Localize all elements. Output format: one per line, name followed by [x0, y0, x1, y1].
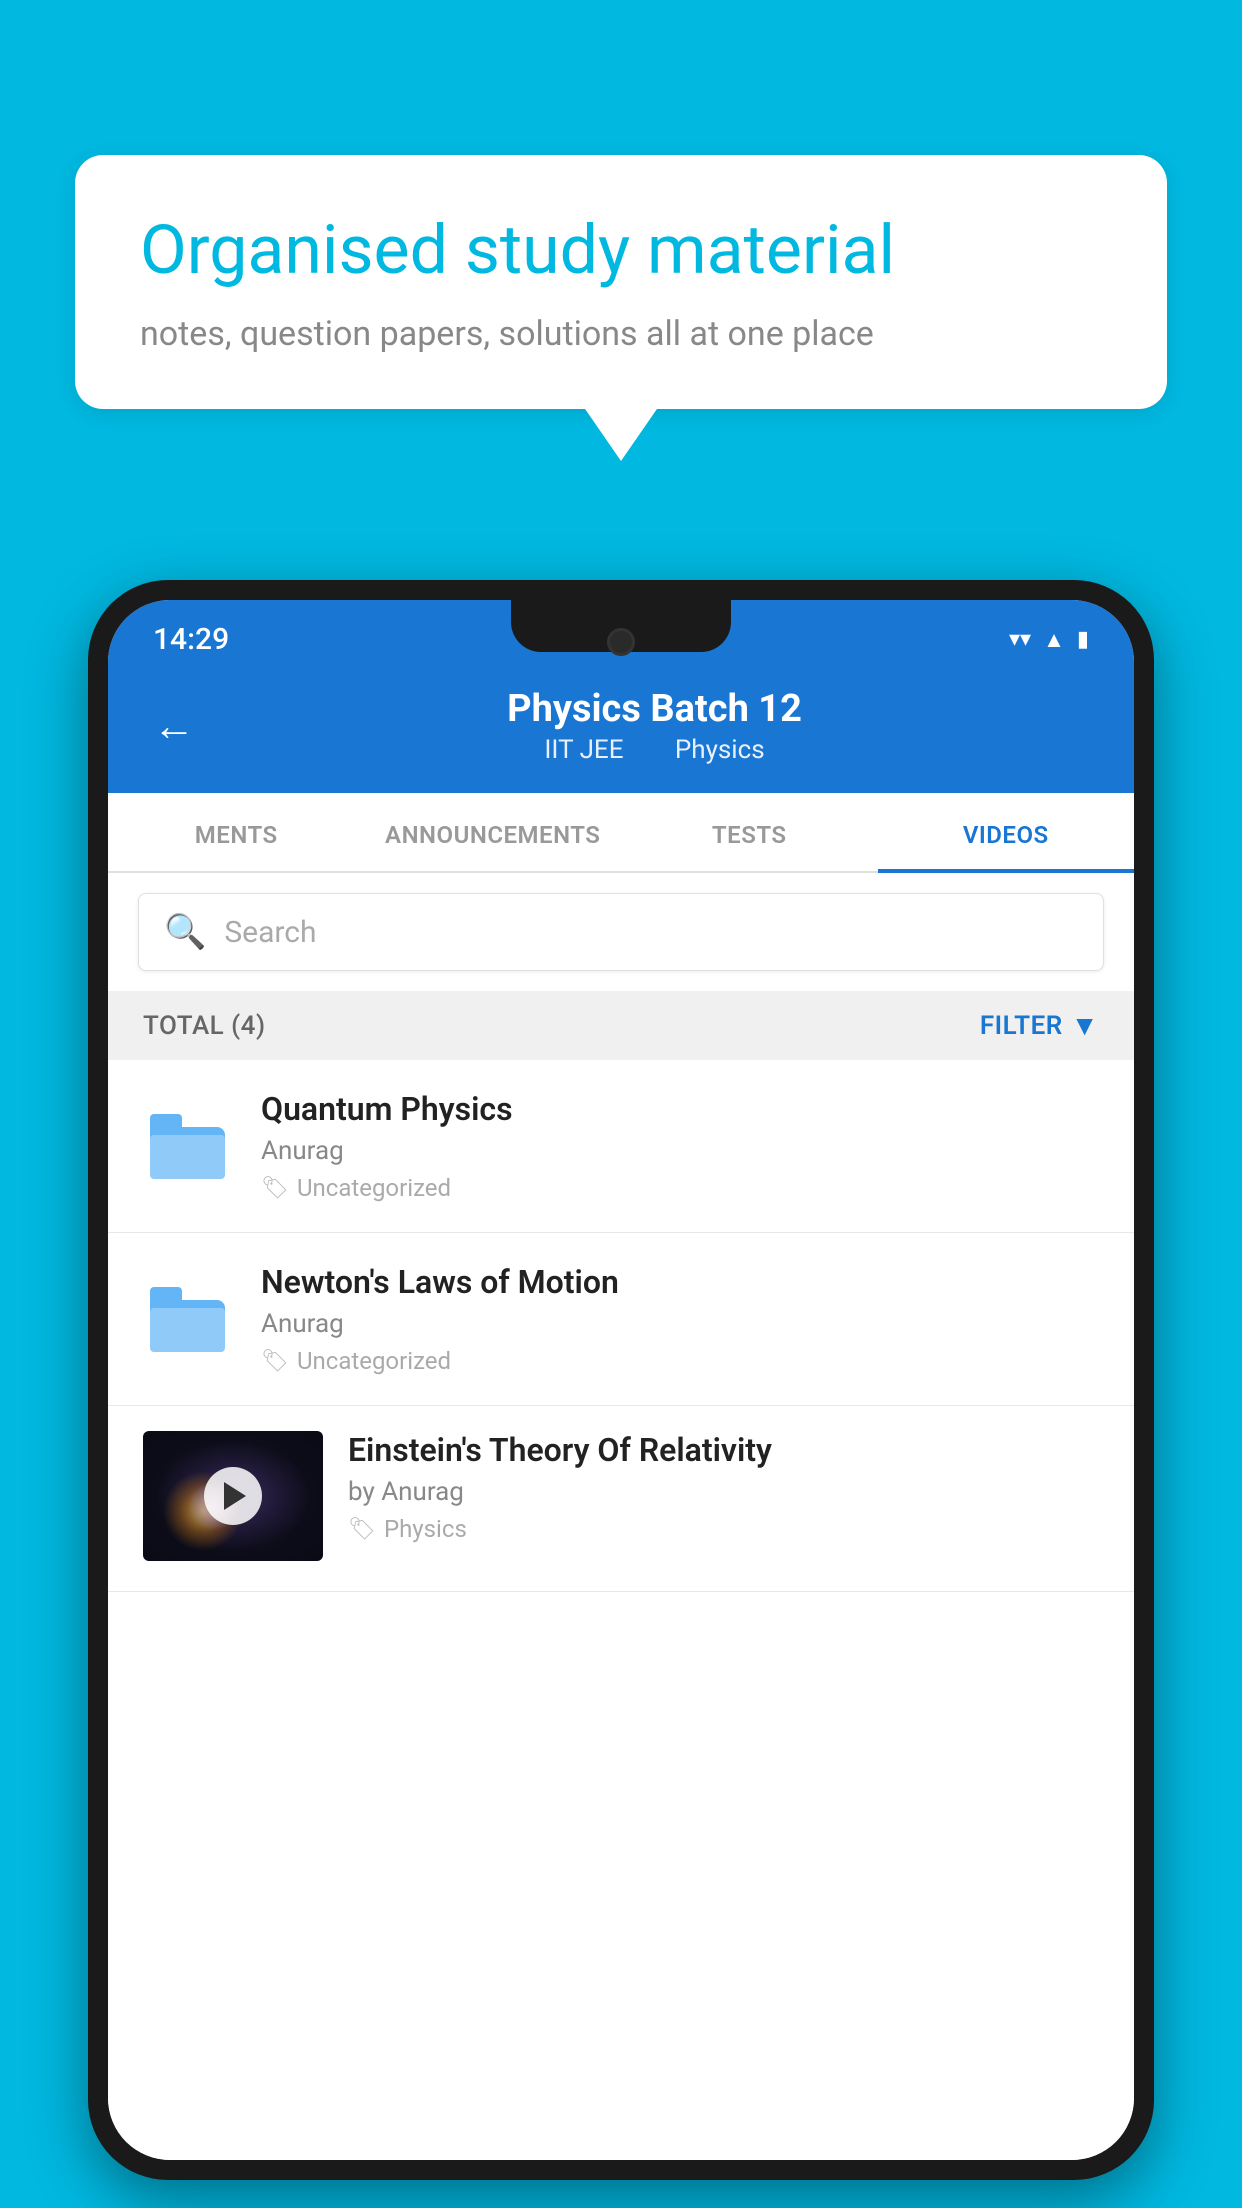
- search-container: 🔍 Search: [108, 873, 1134, 991]
- video-thumbnail: [143, 1431, 323, 1561]
- item-title: Einstein's Theory Of Relativity: [348, 1431, 1099, 1469]
- signal-icon: ▲: [1043, 627, 1065, 653]
- filter-icon: ▼: [1071, 1009, 1099, 1042]
- folder-front: [150, 1308, 225, 1352]
- subtitle-iitjee: IIT JEE: [544, 735, 623, 765]
- tab-ments-label: MENTS: [195, 821, 278, 849]
- tab-videos[interactable]: VIDEOS: [878, 793, 1135, 871]
- item-info-quantum: Quantum Physics Anurag 🏷 Uncategorized: [261, 1090, 1099, 1202]
- phone-mockup: 14:29 ▾▾ ▲ ▮ ← Physics Batch 12 IIT JEE …: [88, 580, 1154, 2208]
- item-author: by Anurag: [348, 1477, 1099, 1507]
- list-item[interactable]: Newton's Laws of Motion Anurag 🏷 Uncateg…: [108, 1233, 1134, 1406]
- tag-icon: 🏷: [261, 1176, 289, 1201]
- play-icon: [224, 1482, 246, 1510]
- tag-label: Uncategorized: [297, 1347, 451, 1375]
- item-author: Anurag: [261, 1309, 1099, 1339]
- tag-label: Uncategorized: [297, 1174, 451, 1202]
- search-placeholder: Search: [224, 915, 316, 950]
- phone-outer: 14:29 ▾▾ ▲ ▮ ← Physics Batch 12 IIT JEE …: [88, 580, 1154, 2180]
- phone-notch: [511, 600, 731, 652]
- tag-icon: 🏷: [348, 1517, 376, 1542]
- app-bar-title: Physics Batch 12: [220, 687, 1089, 731]
- search-bar[interactable]: 🔍 Search: [138, 893, 1104, 971]
- tag-label: Physics: [384, 1515, 467, 1543]
- list-item[interactable]: Einstein's Theory Of Relativity by Anura…: [108, 1406, 1134, 1592]
- folder-icon: [150, 1114, 225, 1179]
- app-bar-subtitle: IIT JEE Physics: [220, 735, 1089, 765]
- folder-icon: [150, 1287, 225, 1352]
- item-info-newton: Newton's Laws of Motion Anurag 🏷 Uncateg…: [261, 1263, 1099, 1375]
- filter-bar: TOTAL (4) FILTER ▼: [108, 991, 1134, 1060]
- folder-tab: [150, 1287, 182, 1303]
- speech-bubble: Organised study material notes, question…: [75, 155, 1167, 409]
- total-count-label: TOTAL (4): [143, 1011, 266, 1041]
- filter-label: FILTER: [980, 1011, 1063, 1041]
- play-button[interactable]: [204, 1467, 262, 1525]
- subtitle-physics: Physics: [675, 735, 765, 765]
- wifi-icon: ▾▾: [1009, 627, 1031, 652]
- app-bar-title-section: Physics Batch 12 IIT JEE Physics: [220, 687, 1089, 765]
- status-icons: ▾▾ ▲ ▮: [1009, 627, 1089, 653]
- filter-button[interactable]: FILTER ▼: [980, 1009, 1099, 1042]
- item-info-einstein: Einstein's Theory Of Relativity by Anura…: [348, 1431, 1099, 1543]
- phone-screen: 14:29 ▾▾ ▲ ▮ ← Physics Batch 12 IIT JEE …: [108, 600, 1134, 2160]
- tab-tests-label: TESTS: [712, 821, 787, 849]
- item-title: Newton's Laws of Motion: [261, 1263, 1099, 1301]
- item-tag: 🏷 Physics: [348, 1515, 1099, 1543]
- item-title: Quantum Physics: [261, 1090, 1099, 1128]
- tag-icon: 🏷: [261, 1349, 289, 1374]
- tab-announcements-label: ANNOUNCEMENTS: [385, 821, 600, 849]
- app-bar: ← Physics Batch 12 IIT JEE Physics: [108, 667, 1134, 793]
- battery-icon: ▮: [1077, 627, 1089, 652]
- item-author: Anurag: [261, 1136, 1099, 1166]
- item-icon-quantum: [143, 1102, 231, 1190]
- speech-bubble-title: Organised study material: [140, 210, 1102, 292]
- list-item[interactable]: Quantum Physics Anurag 🏷 Uncategorized: [108, 1060, 1134, 1233]
- status-time: 14:29: [153, 622, 229, 657]
- subtitle-separator: [646, 735, 659, 765]
- folder-front: [150, 1135, 225, 1179]
- tab-videos-label: VIDEOS: [963, 821, 1049, 849]
- item-tag: 🏷 Uncategorized: [261, 1347, 1099, 1375]
- tab-announcements[interactable]: ANNOUNCEMENTS: [365, 793, 622, 871]
- tab-tests[interactable]: TESTS: [621, 793, 878, 871]
- item-icon-newton: [143, 1275, 231, 1363]
- content-list: Quantum Physics Anurag 🏷 Uncategorized: [108, 1060, 1134, 2160]
- item-tag: 🏷 Uncategorized: [261, 1174, 1099, 1202]
- search-icon: 🔍: [164, 912, 206, 952]
- speech-bubble-subtitle: notes, question papers, solutions all at…: [140, 314, 1102, 354]
- tab-ments[interactable]: MENTS: [108, 793, 365, 871]
- back-button[interactable]: ←: [153, 702, 195, 751]
- tabs-bar: MENTS ANNOUNCEMENTS TESTS VIDEOS: [108, 793, 1134, 873]
- folder-tab: [150, 1114, 182, 1130]
- front-camera: [607, 628, 635, 656]
